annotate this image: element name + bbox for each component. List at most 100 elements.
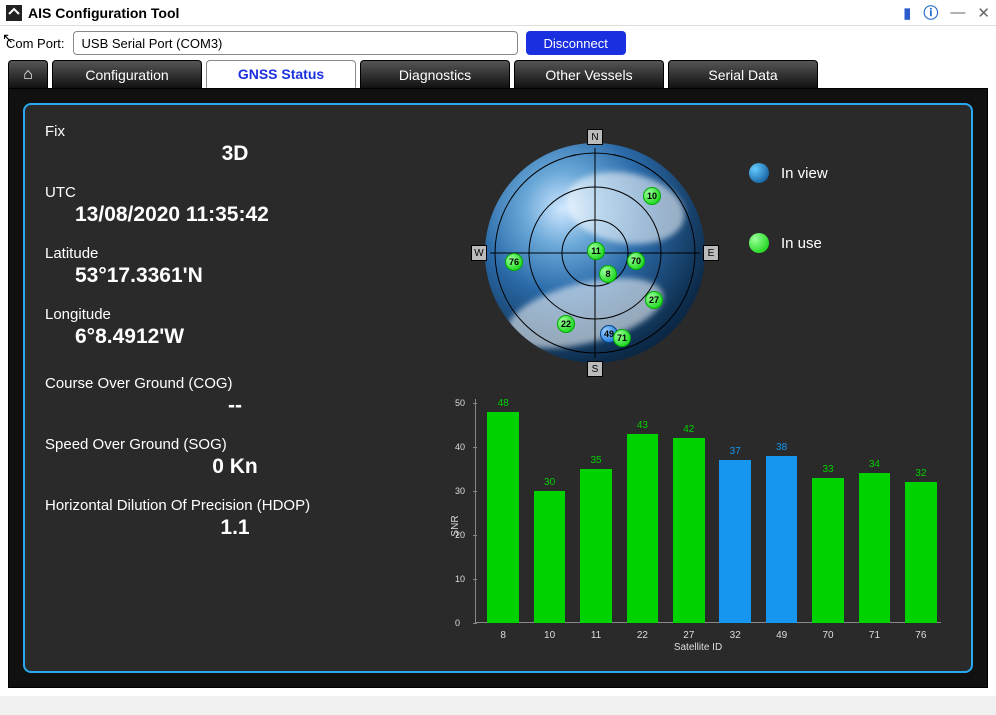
chart-ytick: 50	[455, 398, 465, 408]
longitude-label: Longitude	[45, 306, 425, 323]
gnss-panel: Fix 3D UTC 13/08/2020 11:35:42 Latitude …	[23, 103, 973, 673]
compass-w: W	[471, 245, 487, 261]
tab-serial-data[interactable]: Serial Data	[668, 60, 818, 88]
tab-other-vessels[interactable]: Other Vessels	[514, 60, 664, 88]
chart-bar-value: 37	[730, 446, 741, 457]
chart-bar: 42	[673, 438, 705, 623]
chart-bar-column: 3511	[576, 403, 616, 623]
compass-n: N	[587, 129, 603, 145]
chart-bar-column: 3276	[901, 403, 941, 623]
chart-bar-category: 70	[822, 630, 833, 641]
chart-bar: 43	[627, 434, 659, 623]
cog-value: --	[45, 394, 425, 418]
satellite-marker: 10	[643, 187, 661, 205]
titlebar: AIS Configuration Tool ▮ ⓘ — ✕	[0, 0, 996, 26]
chart-bar-column: 4227	[669, 403, 709, 623]
satellite-marker: 8	[599, 265, 617, 283]
chart-ytick: 10	[455, 574, 465, 584]
tabstrip: ⌂ Configuration GNSS Status Diagnostics …	[0, 60, 996, 88]
chart-bar-value: 48	[498, 398, 509, 409]
hdop-value: 1.1	[45, 516, 425, 540]
satellite-marker: 22	[557, 315, 575, 333]
chart-bar-column: 488	[483, 403, 523, 623]
chart-bar: 38	[766, 456, 798, 623]
chart-bar-column: 3370	[808, 403, 848, 623]
chart-bar-category: 49	[776, 630, 787, 641]
tab-gnss-status[interactable]: GNSS Status	[206, 60, 356, 88]
satellite-marker: 71	[613, 329, 631, 347]
app-icon	[6, 5, 22, 21]
legend-label-inuse: In use	[781, 235, 822, 252]
toolbar: Com Port: USB Serial Port (COM3) Disconn…	[0, 26, 996, 60]
chart-bar-category: 71	[869, 630, 880, 641]
chart-bar-value: 32	[915, 468, 926, 479]
cog-label: Course Over Ground (COG)	[45, 375, 425, 392]
satellite-skyplot: N S E W 10761170827224971	[465, 123, 725, 383]
chart-bar-category: 8	[500, 630, 506, 641]
chart-bar-column: 3471	[854, 403, 894, 623]
tab-diagnostics[interactable]: Diagnostics	[360, 60, 510, 88]
tab-configuration[interactable]: Configuration	[52, 60, 202, 88]
chart-bar: 30	[534, 491, 566, 623]
satellite-marker: 76	[505, 253, 523, 271]
chart-bar-category: 10	[544, 630, 555, 641]
chart-ytick: 20	[455, 530, 465, 540]
fix-label: Fix	[45, 123, 425, 140]
chart-bar: 32	[905, 482, 937, 623]
chart-bar: 48	[487, 412, 519, 623]
chart-ytick: 40	[455, 442, 465, 452]
chart-bar-category: 76	[915, 630, 926, 641]
longitude-value: 6°8.4912'W	[45, 325, 425, 349]
chart-bar-category: 22	[637, 630, 648, 641]
chart-bar-column: 4322	[622, 403, 662, 623]
hdop-label: Horizontal Dilution Of Precision (HDOP)	[45, 497, 425, 514]
latitude-label: Latitude	[45, 245, 425, 262]
disconnect-button[interactable]: Disconnect	[526, 31, 626, 55]
sog-label: Speed Over Ground (SOG)	[45, 436, 425, 453]
status-fields: Fix 3D UTC 13/08/2020 11:35:42 Latitude …	[45, 123, 425, 653]
chart-xlabel: Satellite ID	[674, 642, 722, 653]
snr-chart: SNR Satellite ID 01020304050 48830103511…	[445, 399, 951, 653]
chart-bar-value: 33	[822, 464, 833, 475]
chart-bar-column: 3732	[715, 403, 755, 623]
chart-bar: 35	[580, 469, 612, 623]
chart-bar-value: 35	[590, 455, 601, 466]
sog-value: 0 Kn	[45, 455, 425, 479]
help-book-icon[interactable]: ▮	[903, 4, 911, 22]
fix-value: 3D	[45, 142, 425, 166]
chart-bar-value: 34	[869, 459, 880, 470]
com-port-value: USB Serial Port (COM3)	[82, 36, 223, 51]
chart-bar-column: 3849	[761, 403, 801, 623]
chart-bar: 37	[719, 460, 751, 623]
chart-bar-category: 11	[591, 630, 601, 641]
info-icon[interactable]: ⓘ	[923, 2, 938, 23]
chart-bar-value: 30	[544, 477, 555, 488]
chart-bar-value: 38	[776, 442, 787, 453]
com-port-select[interactable]: USB Serial Port (COM3)	[73, 31, 518, 55]
latitude-value: 53°17.3361'N	[45, 264, 425, 288]
utc-label: UTC	[45, 184, 425, 201]
chart-ytick: 30	[455, 486, 465, 496]
chart-bar-value: 43	[637, 420, 648, 431]
utc-value: 13/08/2020 11:35:42	[45, 203, 425, 227]
satellite-marker: 70	[627, 252, 645, 270]
compass-s: S	[587, 361, 603, 377]
legend-label-inview: In view	[781, 165, 828, 182]
chart-bar: 34	[859, 473, 891, 623]
satellite-marker: 11	[587, 242, 605, 260]
compass-e: E	[703, 245, 719, 261]
home-icon: ⌂	[23, 66, 33, 84]
chart-ytick: 0	[455, 618, 460, 628]
close-button[interactable]: ✕	[977, 4, 990, 22]
com-port-label: Com Port:	[6, 36, 65, 51]
legend-dot-inuse	[749, 233, 769, 253]
minimize-button[interactable]: —	[950, 4, 965, 21]
satellite-marker: 27	[645, 291, 663, 309]
chart-bar-category: 27	[683, 630, 694, 641]
tab-home[interactable]: ⌂	[8, 60, 48, 88]
chart-bar-value: 42	[683, 424, 694, 435]
legend-dot-inview	[749, 163, 769, 183]
chart-bar-column: 3010	[529, 403, 569, 623]
chart-bar-category: 32	[730, 630, 741, 641]
legend: In view In use	[749, 163, 828, 253]
